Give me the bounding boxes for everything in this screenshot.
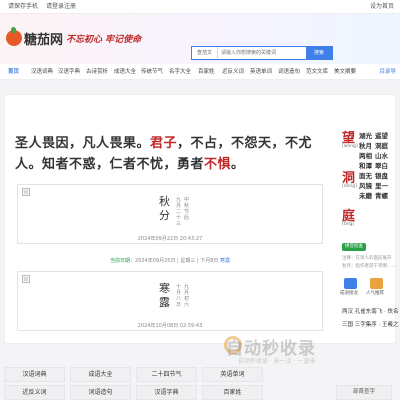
quote-highlight-1: 君子: [150, 136, 178, 151]
spacer-band: [0, 80, 400, 94]
quick-link[interactable]: 汉语字典: [136, 385, 197, 400]
logo-text: 糖茄网: [24, 33, 64, 48]
quick-link[interactable]: 百家姓: [202, 385, 263, 400]
search-button[interactable]: 搜索: [306, 47, 332, 59]
quick-links-grid: 汉语词典 成语大全 二十四节气 英语单词 近反义词 词语造句 汉语字典 百家姓 …: [4, 364, 396, 400]
nav-item-sentences[interactable]: 词语造句: [278, 67, 300, 75]
nav-more-link[interactable]: 目录导: [379, 67, 396, 75]
card-title[interactable]: 寒露: [159, 282, 171, 310]
top-bar-left: 请保存手机 请登录注册: [8, 0, 82, 14]
nav-item-essays[interactable]: 范文文库: [306, 67, 328, 75]
poem-column-2: 遥望洞庭山水翠白银盘里一青螺: [375, 132, 388, 200]
quick-link[interactable]: 词语造句: [70, 385, 131, 400]
solar-term-card[interactable]: 寒露 十月八日 九月初六 2024年10月08日 02:59:43: [17, 271, 323, 331]
card-subtitle-2: 九月初六: [184, 284, 190, 308]
poem-note-1: 注释：在诗人的面前展开: [342, 256, 392, 261]
top-bar: 请保存手机 请登录注册 设为首页: [0, 0, 400, 14]
solar-term-card[interactable]: 秋分 九月二十三 中秋节后 2024年09月22日 20:43:27: [17, 184, 323, 244]
quick-link[interactable]: 二十四节气: [136, 367, 197, 382]
poem-pinyin-1: [wàng]: [342, 144, 358, 149]
nav-item-solar-terms[interactable]: 传统节气: [141, 67, 163, 75]
search-category-select[interactable]: 查范文: [192, 47, 218, 59]
nav-item-english[interactable]: 英语单词: [250, 67, 272, 75]
idiom-chain-icon[interactable]: [344, 278, 357, 289]
quote-part-1: 圣人畏因，凡人畏果。: [15, 136, 151, 151]
nav-item-idioms[interactable]: 成语大全: [114, 67, 136, 75]
image-placeholder-icon: [22, 188, 30, 196]
card-subtitle: 九月二十三: [176, 197, 182, 227]
next-term-link[interactable]: 寒露: [220, 258, 230, 264]
nav-item-poems[interactable]: 古诗赏析: [86, 67, 108, 75]
poem-pinyin-3: [tíng]: [342, 222, 355, 227]
poem-pinyin-2: [dòng]: [342, 184, 357, 189]
poem-note-2: 秋月：指作者游于宵明……: [342, 264, 396, 269]
nav-item-dictionary[interactable]: 汉语词典: [31, 67, 53, 75]
quote-part-3: 。: [231, 157, 245, 172]
nav-item-synonyms[interactable]: 近反义词: [222, 67, 244, 75]
current-date-line: 当前日期：2024年09月25日 | 星期三 | 下月8日 寒露: [17, 257, 323, 264]
quick-link[interactable]: 近反义词: [4, 385, 65, 400]
card-subtitle: 十月八日: [176, 284, 182, 308]
nav-item-home[interactable]: 首页: [8, 67, 19, 75]
popular-icon[interactable]: [370, 278, 383, 289]
nav-item-char-dictionary[interactable]: 汉语字典: [58, 67, 80, 75]
quick-link-radical[interactable]: 部首查字: [336, 385, 392, 400]
nav-item-prose[interactable]: 美文摘要: [334, 67, 356, 75]
date-value: 2024年09月25日 | 星期三 | 下月8日: [135, 258, 219, 264]
idiom-chain-label[interactable]: 成语接龙: [340, 290, 358, 296]
card-subtitle-2: 中秋节后: [184, 197, 190, 221]
image-placeholder-icon: [22, 275, 30, 283]
poem-panel: 望 [wàng] 洞 [dòng] 庭 [tíng] 湖光秋月两相和潭面无风镜未…: [334, 127, 399, 339]
header: 糖茄网 不忘初心 牢记使命 查范文 搜索: [0, 14, 400, 64]
poem-column-1: 湖光秋月两相和潭面无风镜未磨: [359, 132, 372, 200]
card-date: 2024年09月22日 20:43:27: [137, 236, 203, 242]
top-link-save[interactable]: 请保存手机: [8, 3, 38, 10]
poem-link-2[interactable]: 三国 三字集序 · 王羲之: [342, 320, 399, 328]
card-title[interactable]: 秋分: [159, 195, 171, 223]
main-nav: 首页 汉语词典 汉语字典 古诗赏析 成语大全 传统节气 名字大全 百家姓 近反义…: [0, 64, 400, 80]
quick-link[interactable]: 成语大全: [70, 367, 131, 382]
poem-link-1[interactable]: 两汉 孔雀东南飞 · 佚名: [342, 307, 399, 315]
nav-item-surnames[interactable]: 百家姓: [198, 67, 215, 75]
popular-label[interactable]: 人气推荐: [366, 290, 384, 296]
slogan: 不忘初心 牢记使命: [66, 35, 142, 45]
nav-item-names[interactable]: 名字大全: [169, 67, 191, 75]
quick-link[interactable]: 英语单词: [202, 367, 263, 382]
top-link-home[interactable]: 设为首页: [370, 0, 394, 14]
date-label: 当前日期：: [110, 258, 136, 264]
eggplant-logo-icon: [6, 27, 22, 46]
featured-quote: 圣人畏因，凡人畏果。君子，不占，不怨天，不尤人。知者不惑，仁者不忧，勇者不惧。: [15, 133, 333, 175]
card-date: 2024年10月08日 02:59:43: [137, 323, 203, 329]
pinyin-check-tag[interactable]: 拼音检查: [342, 243, 366, 251]
search-input[interactable]: [219, 47, 307, 59]
quote-highlight-2: 不惧: [204, 157, 232, 172]
quick-link[interactable]: 汉语词典: [4, 367, 65, 382]
search-box: 查范文 搜索: [191, 46, 333, 60]
top-link-login[interactable]: 请登录注册: [46, 3, 76, 10]
site-logo[interactable]: 糖茄网: [6, 27, 66, 49]
